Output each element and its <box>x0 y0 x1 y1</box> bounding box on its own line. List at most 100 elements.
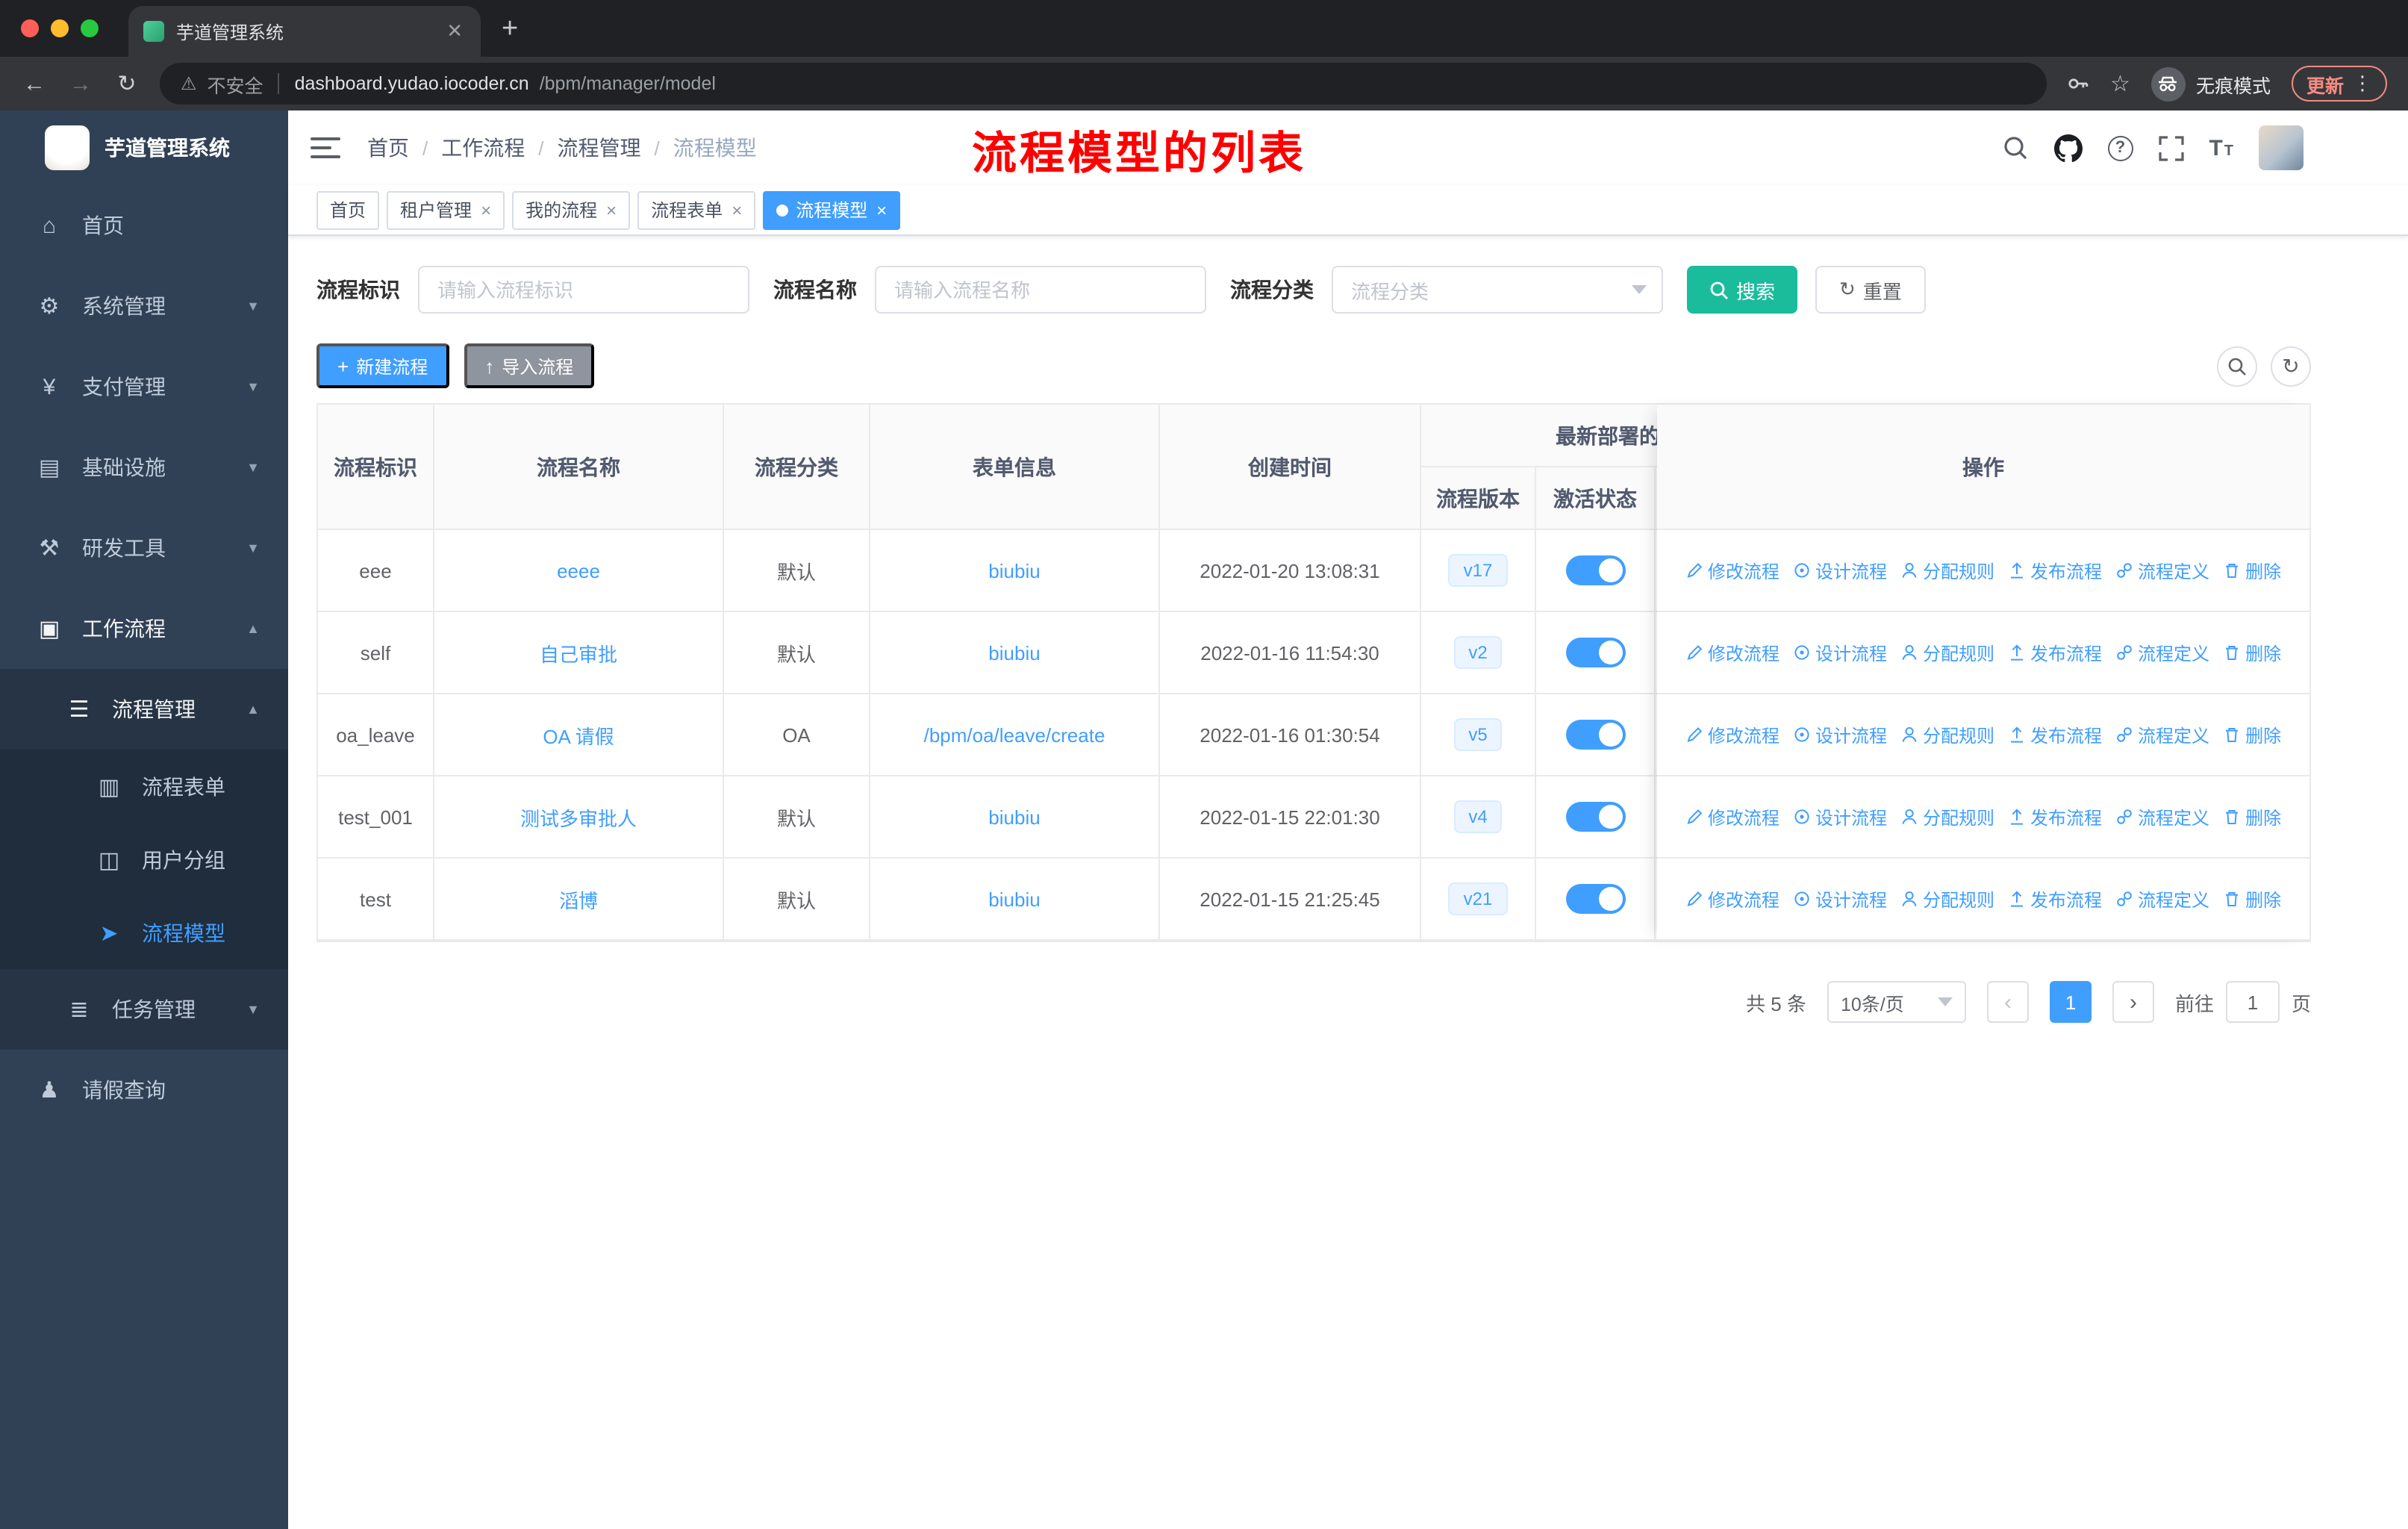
sidebar-logo[interactable]: 芋道管理系统 <box>0 110 288 185</box>
tag-tenant-manage[interactable]: 租户管理 × <box>387 190 505 229</box>
close-window-button[interactable] <box>21 19 39 37</box>
process-name-input[interactable] <box>875 266 1206 314</box>
form-info-link[interactable]: biubiu <box>988 888 1040 910</box>
action-delete-link[interactable]: 删除 <box>2223 558 2281 583</box>
forward-icon[interactable]: → <box>67 71 94 96</box>
help-icon[interactable]: ? <box>2107 135 2133 161</box>
tag-my-process[interactable]: 我的流程 × <box>512 190 631 229</box>
action-publish-link[interactable]: 发布流程 <box>2008 558 2102 583</box>
action-publish-link[interactable]: 发布流程 <box>2008 640 2102 665</box>
sidebar-item-workflow[interactable]: ▣ 工作流程 ▲ <box>0 588 288 669</box>
action-definition-link[interactable]: 流程定义 <box>2115 886 2209 912</box>
action-design-link[interactable]: 设计流程 <box>1793 886 1887 912</box>
bookmark-star-icon[interactable]: ☆ <box>2110 70 2130 97</box>
browser-menu-icon[interactable]: ⋮ <box>2353 72 2372 96</box>
action-definition-link[interactable]: 流程定义 <box>2115 558 2209 583</box>
sidebar-item-user-group[interactable]: ◫ 用户分组 <box>0 823 288 896</box>
action-design-link[interactable]: 设计流程 <box>1793 722 1887 747</box>
action-edit-link[interactable]: 修改流程 <box>1685 640 1780 665</box>
form-info-link[interactable]: /bpm/oa/leave/create <box>924 723 1105 746</box>
active-toggle[interactable] <box>1565 555 1625 585</box>
tab-close-icon[interactable]: ✕ <box>443 19 466 43</box>
breadcrumb-workflow[interactable]: 工作流程 <box>441 133 525 163</box>
action-edit-link[interactable]: 修改流程 <box>1685 886 1780 912</box>
url-bar[interactable]: ⚠ 不安全 dashboard.yudao.iocoder.cn/bpm/man… <box>160 63 2047 105</box>
refresh-table-button[interactable]: ↻ <box>2271 346 2311 386</box>
action-assign-rule-link[interactable]: 分配规则 <box>1900 886 1994 912</box>
action-assign-rule-link[interactable]: 分配规则 <box>1900 558 1994 583</box>
tag-process-model[interactable]: 流程模型 × <box>763 190 901 229</box>
action-edit-link[interactable]: 修改流程 <box>1685 722 1780 747</box>
close-icon[interactable]: × <box>875 199 887 220</box>
sidebar-item-system[interactable]: ⚙ 系统管理 ▼ <box>0 266 288 346</box>
close-icon[interactable]: × <box>605 199 617 220</box>
model-name-link[interactable]: OA 请假 <box>543 720 614 749</box>
user-avatar[interactable] <box>2259 125 2303 170</box>
close-icon[interactable]: × <box>730 199 742 220</box>
sidebar-item-process-model[interactable]: ➤ 流程模型 <box>0 896 288 969</box>
back-icon[interactable]: ← <box>21 71 48 96</box>
sidebar-item-payment[interactable]: ¥ 支付管理 ▼ <box>0 346 288 427</box>
model-name-link[interactable]: 测试多审批人 <box>520 803 637 831</box>
action-design-link[interactable]: 设计流程 <box>1793 640 1887 665</box>
action-definition-link[interactable]: 流程定义 <box>2115 804 2209 829</box>
minimize-window-button[interactable] <box>51 19 69 37</box>
tag-process-form[interactable]: 流程表单 × <box>637 190 756 229</box>
search-button[interactable]: 搜索 <box>1687 266 1798 314</box>
active-toggle[interactable] <box>1565 720 1625 750</box>
active-toggle[interactable] <box>1565 802 1625 832</box>
action-delete-link[interactable]: 删除 <box>2223 640 2281 665</box>
active-toggle[interactable] <box>1565 884 1625 914</box>
active-toggle[interactable] <box>1565 638 1625 667</box>
next-page-button[interactable]: › <box>2112 981 2154 1023</box>
browser-update-button[interactable]: 更新 ⋮ <box>2291 66 2387 102</box>
category-select[interactable]: 流程分类 <box>1332 266 1663 314</box>
action-publish-link[interactable]: 发布流程 <box>2008 722 2102 747</box>
tag-home[interactable]: 首页 <box>316 190 380 229</box>
page-size-select[interactable]: 10条/页 <box>1827 981 1966 1023</box>
create-process-button[interactable]: + 新建流程 <box>316 343 449 388</box>
model-name-link[interactable]: eeee <box>557 559 600 582</box>
action-assign-rule-link[interactable]: 分配规则 <box>1900 640 1994 665</box>
action-publish-link[interactable]: 发布流程 <box>2008 804 2102 829</box>
action-definition-link[interactable]: 流程定义 <box>2115 722 2209 747</box>
action-definition-link[interactable]: 流程定义 <box>2115 640 2209 665</box>
action-assign-rule-link[interactable]: 分配规则 <box>1900 804 1994 829</box>
sidebar-toggle-icon[interactable] <box>311 137 340 158</box>
sidebar-item-process-manage[interactable]: ☰ 流程管理 ▲ <box>0 669 288 750</box>
key-icon[interactable] <box>2065 72 2089 96</box>
reset-button[interactable]: ↻ 重置 <box>1815 266 1926 314</box>
page-number-1[interactable]: 1 <box>2049 981 2092 1023</box>
sidebar-item-task-manage[interactable]: ≣ 任务管理 ▼ <box>0 969 288 1050</box>
breadcrumb-home[interactable]: 首页 <box>367 133 409 163</box>
model-name-link[interactable]: 自己审批 <box>540 638 617 667</box>
sidebar-item-infrastructure[interactable]: ▤ 基础设施 ▼ <box>0 427 288 508</box>
github-icon[interactable] <box>2053 134 2083 162</box>
sidebar-item-leave-query[interactable]: ♟ 请假查询 <box>0 1050 288 1130</box>
zoom-window-button[interactable] <box>81 19 99 37</box>
model-name-link[interactable]: 滔博 <box>559 885 598 913</box>
sidebar-item-process-form[interactable]: ▥ 流程表单 <box>0 750 288 823</box>
action-delete-link[interactable]: 删除 <box>2223 886 2281 912</box>
browser-tab[interactable]: 芋道管理系统 ✕ <box>128 6 481 57</box>
font-size-icon[interactable]: TT <box>2209 137 2233 159</box>
fullscreen-icon[interactable] <box>2158 135 2184 161</box>
sidebar-item-home[interactable]: ⌂ 首页 <box>0 185 288 266</box>
toggle-search-button[interactable] <box>2217 346 2257 386</box>
sidebar-item-devtools[interactable]: ⚒ 研发工具 ▼ <box>0 508 288 588</box>
action-design-link[interactable]: 设计流程 <box>1793 558 1887 583</box>
process-key-input[interactable] <box>418 266 749 314</box>
new-tab-button[interactable]: + <box>502 14 518 43</box>
action-publish-link[interactable]: 发布流程 <box>2008 886 2102 912</box>
action-delete-link[interactable]: 删除 <box>2223 804 2281 829</box>
form-info-link[interactable]: biubiu <box>988 559 1040 582</box>
action-assign-rule-link[interactable]: 分配规则 <box>1900 722 1994 747</box>
action-edit-link[interactable]: 修改流程 <box>1685 804 1780 829</box>
prev-page-button[interactable]: ‹ <box>1986 981 2029 1023</box>
action-edit-link[interactable]: 修改流程 <box>1685 558 1780 583</box>
goto-page-input[interactable] <box>2225 981 2280 1023</box>
action-design-link[interactable]: 设计流程 <box>1793 804 1887 829</box>
close-icon[interactable]: × <box>479 199 491 220</box>
form-info-link[interactable]: biubiu <box>988 806 1040 828</box>
import-process-button[interactable]: ↑ 导入流程 <box>464 343 595 388</box>
